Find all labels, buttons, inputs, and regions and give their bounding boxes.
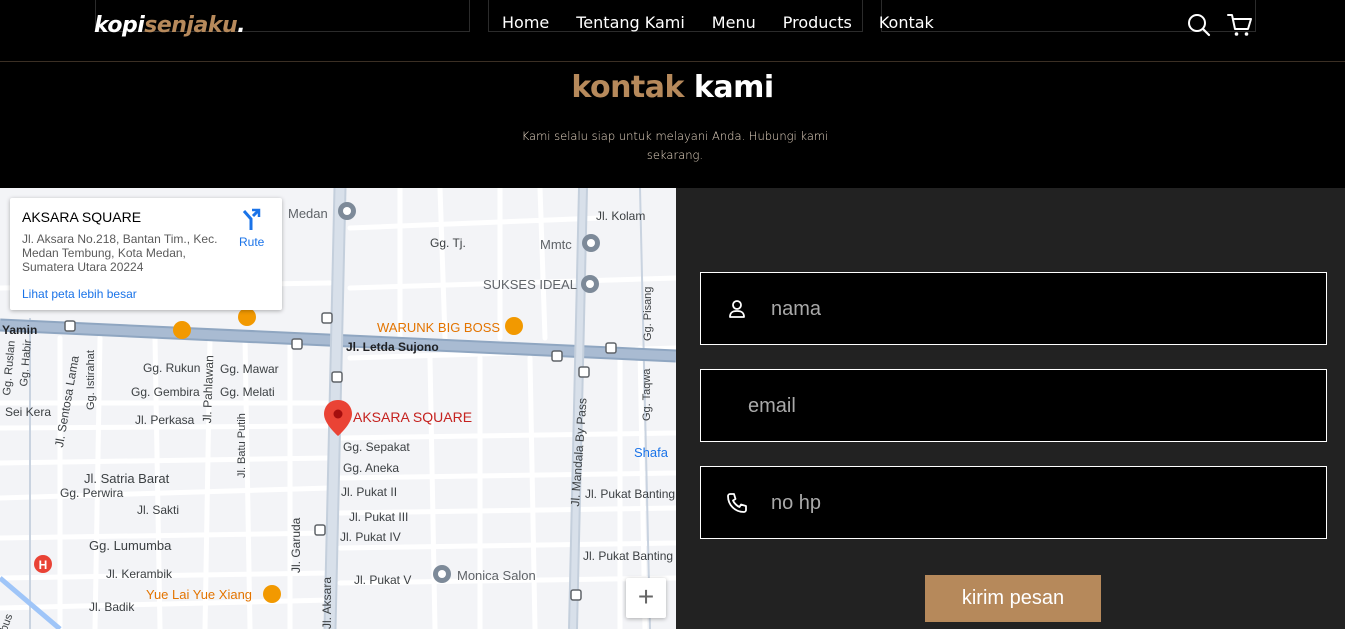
map-label: Monica Salon	[457, 568, 536, 583]
map-label: Gg. Sepakat	[343, 440, 410, 454]
map-label: Gg. Perwira	[60, 486, 124, 500]
map-label: Gg. Mawar	[220, 362, 279, 376]
map-place-card: AKSARA SQUARE Jl. Aksara No.218, Bantan …	[10, 198, 282, 310]
map-label: Gg. Taqwa	[641, 368, 653, 421]
map-label: Jl. Aksara	[320, 576, 334, 629]
shopping-cart-icon[interactable]	[1226, 12, 1252, 38]
phone-input[interactable]	[771, 487, 1271, 519]
map-label: Jl. Pukat V	[354, 573, 412, 587]
name-field	[700, 272, 1327, 345]
map-label: Jl. Pukat Banting	[583, 549, 674, 563]
map-label: Jl. Garuda	[289, 517, 303, 573]
user-icon	[725, 297, 749, 321]
nav-link-home[interactable]: Home	[502, 13, 549, 32]
section-title-main: kami	[693, 70, 774, 105]
map-label: Gg. Lumumba	[89, 538, 172, 553]
search-icon[interactable]	[1186, 12, 1212, 38]
map-label: Medan	[288, 206, 328, 221]
contact-form: kirim pesan	[676, 188, 1345, 629]
map-label: Mmtc	[540, 237, 572, 252]
map-label: Gg. Tj.	[430, 236, 466, 250]
phone-field	[700, 466, 1327, 539]
map-label: Gg. Aneka	[343, 461, 400, 475]
map-label: Shafa	[634, 445, 668, 460]
map-label: Jl. Letda Sujono	[346, 340, 439, 354]
phone-icon	[725, 491, 749, 515]
map-label: Gg. Istirahat	[85, 350, 97, 410]
place-address: Jl. Aksara No.218, Bantan Tim., Kec. Med…	[22, 232, 218, 274]
map-label: Jl. Pukat Banting	[585, 487, 676, 501]
main-nav: Home Tentang Kami Menu Products Kontak	[502, 13, 961, 32]
section-subtitle: Kami selalu siap untuk melayani Anda. Hu…	[521, 129, 829, 162]
map-label: Yamin	[2, 323, 38, 337]
map-label: Gg. Gembira	[131, 385, 200, 399]
email-field	[700, 369, 1327, 442]
nav-link-tentang-kami[interactable]: Tentang Kami	[576, 13, 685, 32]
map-label: Jl. Pukat II	[341, 485, 398, 499]
map-label: Jl. Pahlawan	[200, 354, 217, 424]
map-label: WARUNK BIG BOSS	[377, 320, 501, 335]
view-larger-map-link[interactable]: Lihat peta lebih besar	[22, 287, 137, 301]
directions-link[interactable]: Rute	[239, 235, 264, 249]
logo-text-senjaku: senjaku	[144, 13, 238, 38]
logo-text-kopi: kopi	[94, 13, 145, 38]
name-input[interactable]	[771, 293, 1271, 325]
place-name: AKSARA SQUARE	[22, 209, 142, 225]
nav-icons	[1186, 12, 1252, 38]
section-title: kontak kami	[0, 70, 1345, 105]
directions-icon[interactable]	[239, 208, 263, 232]
site-logo[interactable]: kopisenjaku.	[94, 13, 245, 38]
nav-link-kontak[interactable]: Kontak	[879, 13, 934, 32]
send-message-button[interactable]: kirim pesan	[925, 575, 1101, 622]
map-label: Sei Kera	[5, 405, 52, 419]
map-label: Gg. Rukun	[143, 361, 201, 375]
nav-link-products[interactable]: Products	[783, 13, 852, 32]
map-label: Jl. Badik	[89, 600, 135, 614]
map-label: Jl. Kolam	[596, 209, 646, 223]
map-label: SUKSES IDEAL	[483, 277, 577, 292]
map-label: Yue Lai Yue Xiang	[146, 587, 253, 602]
map-label: Gg. Pisang	[642, 286, 654, 341]
map-pin-label[interactable]: AKSARA SQUARE	[353, 409, 472, 425]
map-label: Jl. Perkasa	[135, 413, 195, 427]
navbar: kopisenjaku. Home Tentang Kami Menu Prod…	[0, 0, 1345, 62]
map-label: Gg. Melati	[220, 385, 275, 399]
map-label: Jl. Sakti	[137, 503, 180, 517]
map-label: Jl. Batu Putih	[236, 413, 248, 478]
map-label: Jl. Satria Barat	[84, 471, 170, 486]
email-input[interactable]	[748, 390, 1248, 422]
section-title-accent: kontak	[571, 70, 684, 105]
logo-dot: .	[237, 13, 245, 38]
nav-link-menu[interactable]: Menu	[712, 13, 756, 32]
embedded-map[interactable]: H Medan Jl. Kolam Gg. Tj. Mmtc SUKSES ID…	[0, 188, 676, 629]
map-label: Jl. Pukat III	[349, 510, 409, 524]
map-zoom-in-button[interactable]: +	[626, 578, 666, 618]
map-label: Jl. Pukat IV	[340, 530, 401, 544]
map-label: Jl. Kerambik	[106, 567, 173, 581]
svg-text:H: H	[39, 558, 48, 572]
